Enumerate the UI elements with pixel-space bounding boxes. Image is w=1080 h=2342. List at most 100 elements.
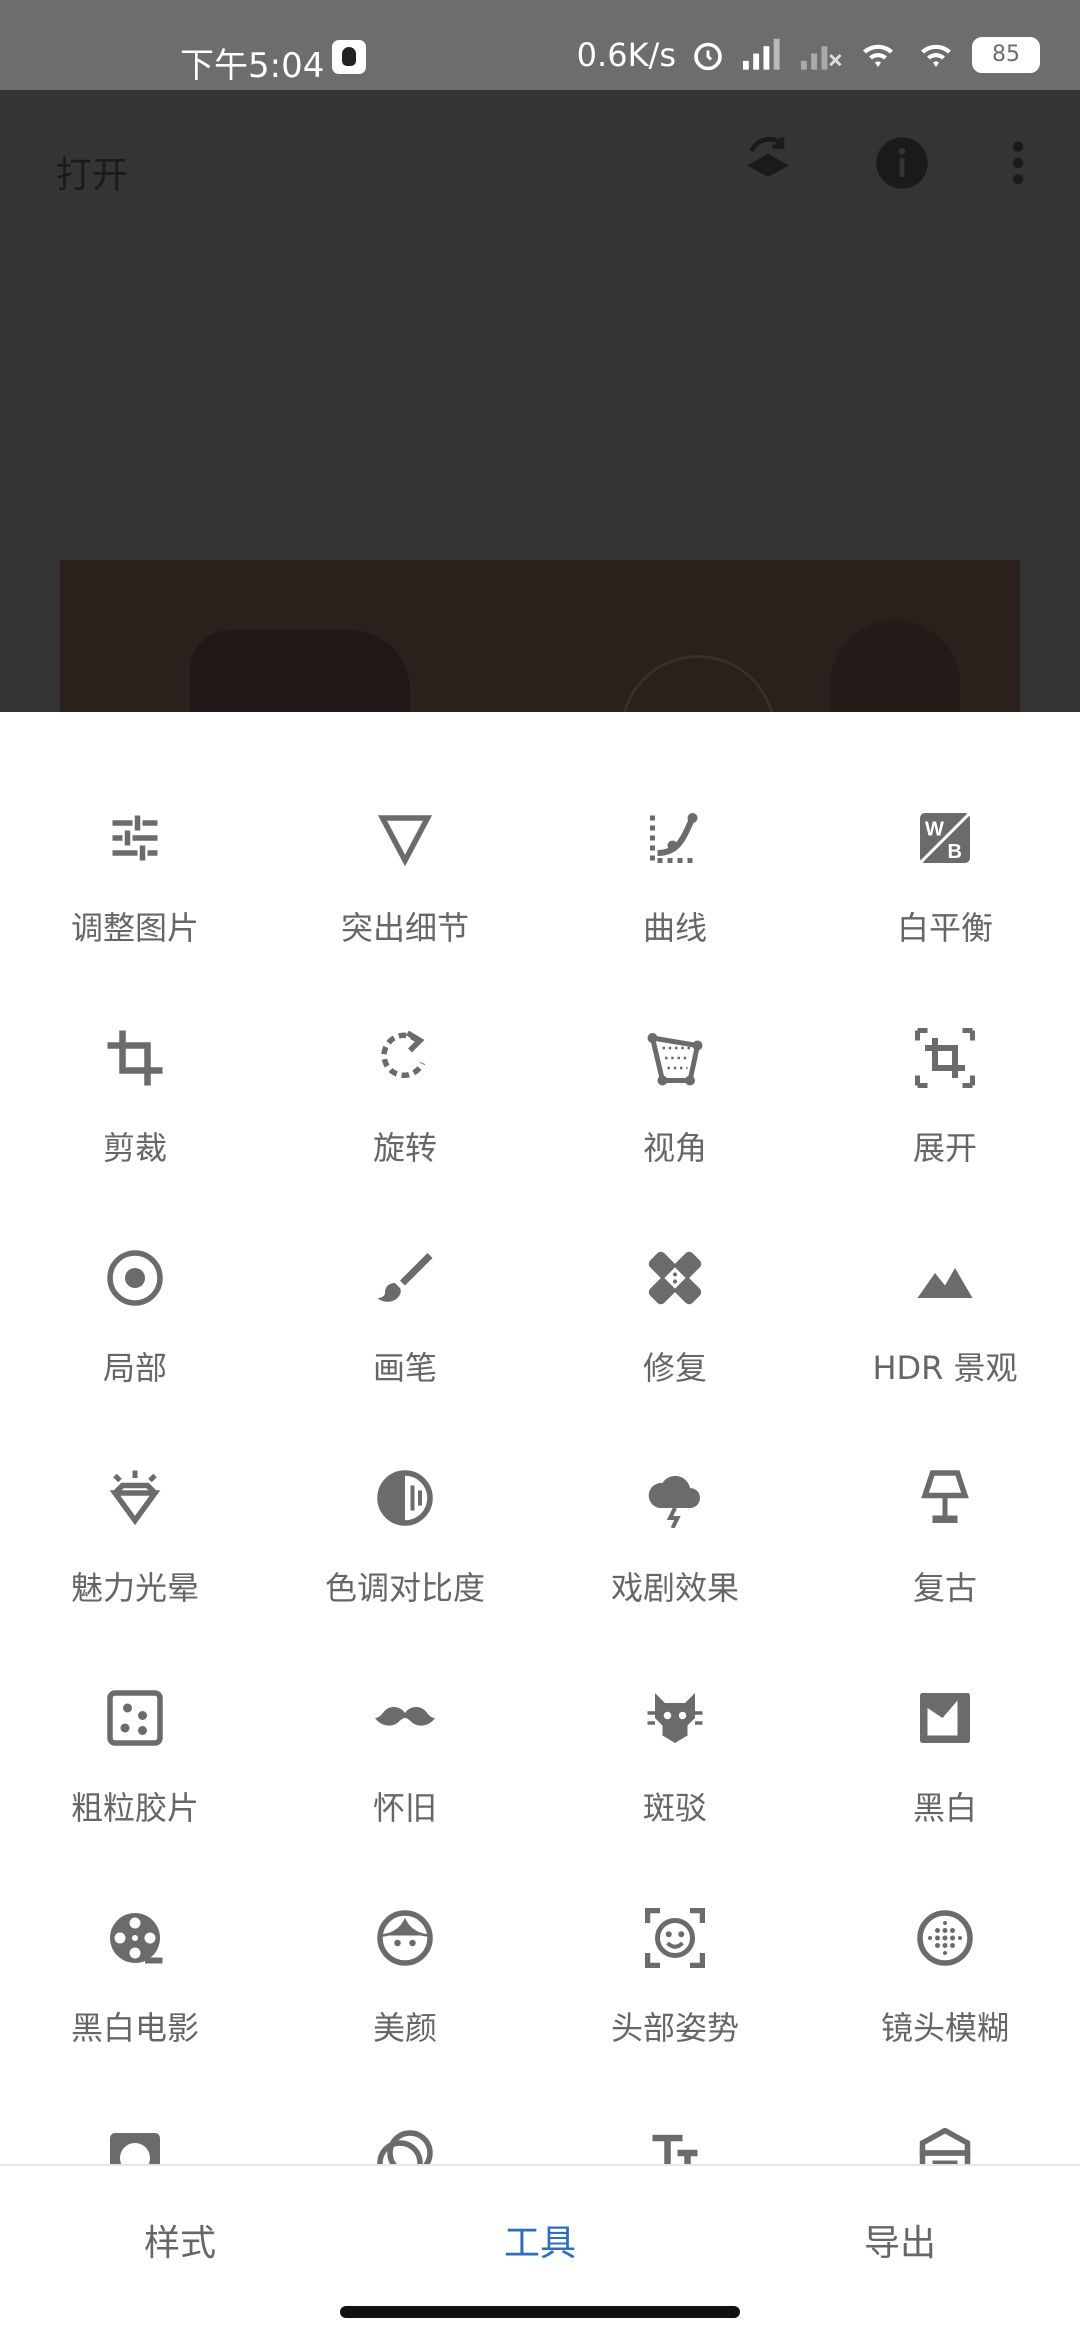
tool-brush[interactable]: 画笔 bbox=[270, 1248, 540, 1468]
white-balance-icon: W B bbox=[918, 811, 972, 865]
tool-perspective[interactable]: 视角 bbox=[540, 1028, 810, 1248]
tool-label: 旋转 bbox=[372, 1129, 437, 1167]
tool-label: 复古 bbox=[912, 1569, 977, 1607]
tool-label: 视角 bbox=[642, 1129, 707, 1167]
tool-label: 粗粒胶片 bbox=[70, 1789, 199, 1827]
grunge-icon bbox=[647, 1693, 703, 1743]
tool-head-pose[interactable]: 头部姿势 bbox=[540, 1908, 810, 2128]
open-button[interactable]: 打开 bbox=[56, 146, 128, 198]
tool-label: 头部姿势 bbox=[610, 2009, 739, 2047]
tool-expand[interactable]: 展开 bbox=[810, 1028, 1080, 1248]
tool-tune[interactable]: 调整图片 bbox=[0, 808, 270, 1028]
lens-blur-icon bbox=[917, 1910, 973, 1966]
tool-white-balance[interactable]: W B 白平衡 bbox=[810, 808, 1080, 1028]
preview-arch bbox=[830, 620, 960, 712]
expand-icon bbox=[915, 1028, 975, 1088]
status-bar: 下午5:04 0.6K/s 85 bbox=[0, 0, 1080, 90]
head-pose-icon bbox=[645, 1908, 705, 1968]
tool-face[interactable]: 美颜 bbox=[270, 1908, 540, 2128]
tool-label: 黑白电影 bbox=[70, 2009, 199, 2047]
tool-label: 黑白 bbox=[912, 1789, 977, 1827]
tool-bw[interactable]: 黑白 bbox=[810, 1688, 1080, 1908]
black-white-icon bbox=[920, 1693, 970, 1743]
status-right-group: 0.6K/s 85 bbox=[577, 36, 1040, 74]
svg-text:B: B bbox=[948, 841, 962, 863]
wifi-icon bbox=[863, 44, 893, 67]
tool-rotate[interactable]: 旋转 bbox=[270, 1028, 540, 1248]
tool-tonal[interactable]: 色调对比度 bbox=[270, 1468, 540, 1688]
alarm-icon bbox=[694, 42, 722, 71]
tool-hdr[interactable]: HDR 景观 bbox=[810, 1248, 1080, 1468]
tool-label: 白平衡 bbox=[896, 909, 993, 947]
preview-dark-sculpture bbox=[190, 630, 410, 712]
curves-icon bbox=[650, 813, 698, 863]
tool-label: 魅力光晕 bbox=[70, 1569, 199, 1607]
tool-label: 调整图片 bbox=[70, 909, 199, 947]
selective-icon bbox=[107, 1250, 163, 1306]
rotate-icon bbox=[381, 1030, 426, 1078]
tool-label: 美颜 bbox=[372, 2009, 437, 2047]
tool-grunge[interactable]: 斑驳 bbox=[540, 1688, 810, 1908]
tool-noir[interactable]: 黑白电影 bbox=[0, 1908, 270, 2128]
tool-grainy[interactable]: 粗粒胶片 bbox=[0, 1688, 270, 1908]
tool-label: 斑驳 bbox=[642, 1789, 707, 1827]
battery-indicator: 85 bbox=[972, 37, 1040, 73]
tool-retrolux[interactable]: 怀旧 bbox=[270, 1688, 540, 1908]
tab-styles[interactable]: 样式 bbox=[0, 2214, 360, 2266]
tool-lens-blur[interactable]: 镜头模糊 bbox=[810, 1908, 1080, 2128]
tool-crop[interactable]: 剪裁 bbox=[0, 1028, 270, 1248]
tune-icon bbox=[112, 815, 158, 861]
tools-sheet: 调整图片 突出细节 曲线 W B 白平衡 剪裁 旋转 视角 展开 局部 画笔 修… bbox=[0, 712, 1080, 2164]
frames-icon bbox=[919, 2128, 971, 2164]
vignette-icon bbox=[110, 2133, 160, 2164]
tool-curves[interactable]: 曲线 bbox=[540, 808, 810, 1028]
tool-label: 展开 bbox=[912, 1129, 977, 1167]
double-exposure-icon bbox=[377, 2130, 433, 2164]
more-vert-icon[interactable] bbox=[990, 135, 1046, 191]
grainy-film-icon bbox=[107, 1690, 163, 1746]
info-icon[interactable] bbox=[874, 135, 930, 191]
tool-partial-2[interactable] bbox=[270, 2128, 540, 2164]
drama-cloud-icon bbox=[648, 1475, 700, 1528]
tool-label: HDR 景观 bbox=[872, 1349, 1018, 1387]
status-time: 下午5:04 bbox=[180, 46, 325, 86]
tool-selective[interactable]: 局部 bbox=[0, 1248, 270, 1468]
tool-label: 怀旧 bbox=[372, 1789, 437, 1827]
tool-vintage[interactable]: 复古 bbox=[810, 1468, 1080, 1688]
tool-partial-1[interactable] bbox=[0, 2128, 270, 2164]
vintage-lamp-icon bbox=[921, 1470, 969, 1523]
tool-label: 曲线 bbox=[642, 909, 707, 947]
brush-icon bbox=[377, 1253, 433, 1302]
tool-label: 修复 bbox=[642, 1349, 707, 1387]
tool-drama[interactable]: 戏剧效果 bbox=[540, 1468, 810, 1688]
perspective-icon bbox=[647, 1033, 703, 1086]
text-icon bbox=[652, 2134, 698, 2164]
tool-details[interactable]: 突出细节 bbox=[270, 808, 540, 1028]
face-icon bbox=[377, 1910, 433, 1966]
signal-hd-icon bbox=[742, 38, 780, 70]
tool-label: 突出细节 bbox=[340, 909, 469, 947]
glamour-glow-icon bbox=[109, 1470, 161, 1526]
tool-label: 局部 bbox=[102, 1349, 167, 1387]
network-speed: 0.6K/s bbox=[576, 36, 676, 74]
tab-tools[interactable]: 工具 bbox=[360, 2214, 720, 2266]
photo-preview[interactable] bbox=[60, 560, 1020, 712]
details-triangle-icon bbox=[377, 815, 433, 867]
tool-glamour[interactable]: 魅力光晕 bbox=[0, 1468, 270, 1688]
tool-healing[interactable]: 修复 bbox=[540, 1248, 810, 1468]
qq-notification-icon bbox=[332, 40, 366, 74]
tool-label: 戏剧效果 bbox=[610, 1569, 739, 1607]
film-reel-icon bbox=[110, 1913, 163, 1964]
undo-layers-icon[interactable] bbox=[740, 135, 796, 191]
home-indicator[interactable] bbox=[340, 2306, 740, 2318]
tab-export[interactable]: 导出 bbox=[720, 2214, 1080, 2266]
signal-off-icon bbox=[800, 46, 842, 70]
tool-partial-4[interactable] bbox=[810, 2128, 1080, 2164]
wifi6-icon bbox=[921, 44, 951, 67]
svg-text:W: W bbox=[925, 819, 944, 841]
tool-label: 剪裁 bbox=[102, 1129, 167, 1167]
hdr-landscape-icon bbox=[917, 1268, 973, 1298]
mustache-icon bbox=[375, 1707, 435, 1726]
tool-label: 色调对比度 bbox=[324, 1569, 485, 1607]
tool-partial-3[interactable] bbox=[540, 2128, 810, 2164]
